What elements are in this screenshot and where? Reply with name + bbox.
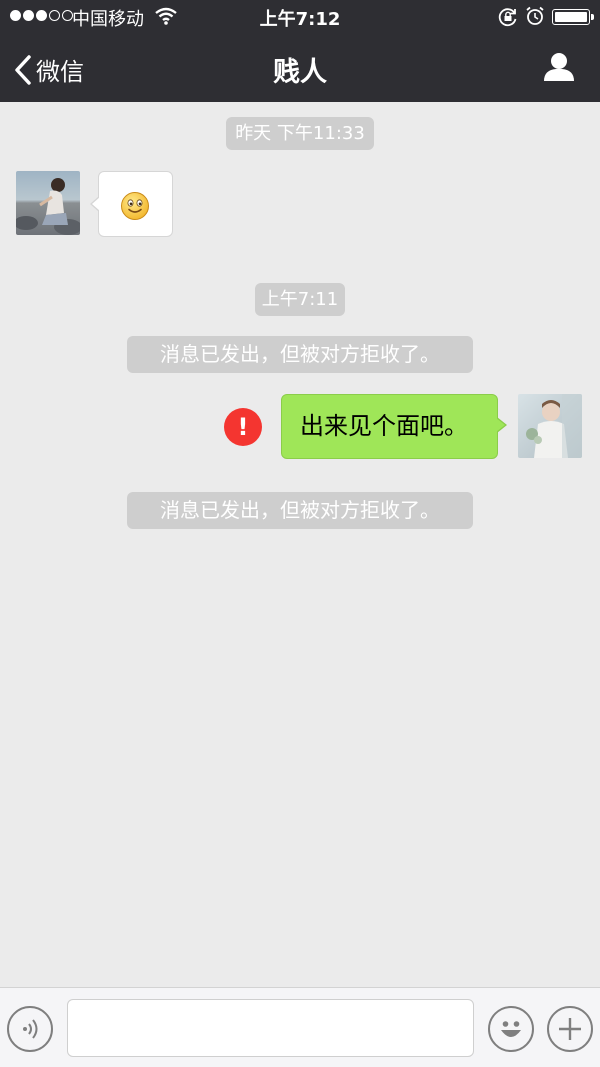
more-button[interactable] — [547, 1006, 593, 1052]
emoji-icon — [501, 1021, 521, 1037]
battery-icon — [552, 9, 594, 25]
incoming-message-bubble[interactable] — [90, 171, 173, 237]
input-bar — [0, 987, 600, 1067]
timestamp-label: 昨天 下午11:33 — [226, 117, 374, 150]
system-notice: 消息已发出，但被对方拒收了。 — [127, 336, 473, 373]
smile-emoji-icon — [121, 192, 149, 220]
my-avatar[interactable] — [518, 394, 582, 458]
profile-icon[interactable] — [542, 50, 576, 88]
nav-bar: 微信 贱人 — [0, 34, 600, 102]
contact-avatar[interactable] — [16, 171, 80, 235]
timestamp-label: 上午7:11 — [255, 283, 345, 316]
chat-title: 贱人 — [273, 57, 327, 88]
alarm-icon — [526, 6, 544, 31]
voice-icon — [23, 1019, 38, 1039]
rotation-lock-icon — [498, 7, 518, 32]
send-failed-icon[interactable]: ! — [224, 408, 262, 446]
status-bar: 中国移动 上午7:12 — [0, 0, 600, 34]
top-bar: 中国移动 上午7:12 微信 贱人 — [0, 0, 600, 102]
plus-icon — [559, 1018, 581, 1040]
message-input[interactable] — [67, 999, 474, 1057]
system-notice: 消息已发出，但被对方拒收了。 — [127, 492, 473, 529]
emoji-button[interactable] — [488, 1006, 534, 1052]
voice-button[interactable] — [7, 1006, 53, 1052]
outgoing-message-bubble[interactable]: 出来见个面吧。 — [281, 394, 507, 459]
